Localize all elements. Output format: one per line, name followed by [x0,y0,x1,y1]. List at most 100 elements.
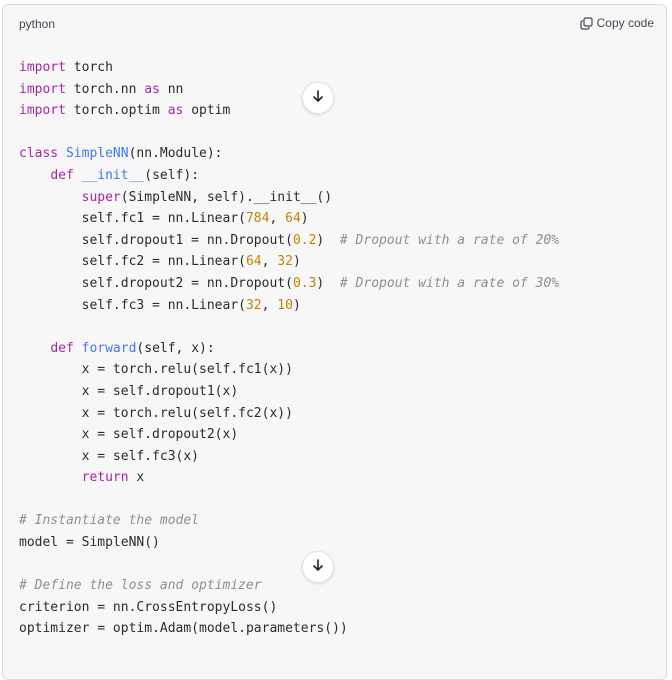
code-token: 0.3 [292,275,317,291]
code-token: nn [159,81,184,97]
code-line: class SimpleNN(nn.Module): [19,143,559,165]
code-token: import [19,60,66,75]
scroll-down-button[interactable] [302,82,334,114]
code-token: torch [65,60,113,75]
code-token: as [144,81,160,97]
code-token: import [19,81,66,97]
code-line: x = torch.relu(self.fc1(x)) [19,359,559,381]
code-token: (self, x): [136,340,215,356]
copy-icon [580,16,593,30]
code-block: python Copy code import torch import torc… [2,4,667,680]
code-token: ) [300,211,309,227]
code-token: # Dropout with a rate of 20% [339,232,560,248]
code-language-label: python [19,17,56,31]
code-line: def forward(self, x): [19,338,559,360]
code-line: import torch.optim as optim [19,100,559,122]
code-line: self.dropout2 = nn.Dropout(0.3) # Dropou… [19,273,559,295]
code-token: optim [183,103,231,119]
code-token: class [19,146,59,162]
code-token: forward [81,340,137,356]
scroll-down-button[interactable] [302,551,334,583]
code-line: x = self.dropout1(x) [19,381,559,403]
code-token: x = torch.relu(self.fc1(x)) [19,362,293,378]
code-line: self.fc2 = nn.Linear(64, 32) [19,251,559,273]
code-token: def [50,167,74,183]
code-token: ) [316,275,340,291]
code-token: 64 [285,211,301,227]
code-token: , [269,211,286,227]
code-token: torch.nn [65,81,145,97]
code-token: , [261,297,278,313]
code-token: x = self.fc3(x) [19,448,200,464]
code-token: super [81,189,121,205]
code-token: import [19,103,66,119]
arrow-down-icon [311,89,325,108]
code-token: model = SimpleNN() [19,535,160,551]
code-token: , [261,254,278,270]
code-token: 64 [245,254,262,270]
code-token: return [81,470,129,486]
code-token: (self): [144,167,200,183]
code-token: self.fc2 = nn.Linear( [19,254,246,270]
code-token: ) [292,297,301,313]
code-token: x = self.dropout2(x) [19,427,239,443]
code-token: def [50,340,74,356]
code-token: # Instantiate the model [19,513,200,529]
code-block-header: python Copy code [3,5,666,41]
code-token: x = self.dropout1(x) [19,383,239,399]
code-line: self.dropout1 = nn.Dropout(0.2) # Dropou… [19,230,559,252]
code-token: (nn.Module): [128,146,223,162]
code-token: __init__ [81,167,145,183]
code-line: x = torch.relu(self.fc2(x)) [19,403,559,425]
code-token: x [128,470,145,486]
code-line: model = SimpleNN() [19,532,559,554]
code-token: self.dropout1 = nn.Dropout( [19,232,293,248]
code-token: 32 [277,254,293,270]
code-token: SimpleNN [65,146,129,162]
code-token: 0.2 [292,232,317,248]
code-token: ) [292,254,301,270]
code-token: self.dropout2 = nn.Dropout( [19,275,293,291]
code-token: torch.optim [65,103,168,119]
code-token: as [167,103,184,119]
code-line: criterion = nn.CrossEntropyLoss() [19,597,559,619]
code-token: 10 [277,297,293,313]
code-line: def __init__(self): [19,165,559,187]
code-line: x = self.fc3(x) [19,446,559,468]
code-token: 32 [245,297,262,313]
code-line: self.fc3 = nn.Linear(32, 10) [19,295,559,317]
code-token: 784 [245,211,270,227]
code-line: x = self.dropout2(x) [19,424,559,446]
code-line: optimizer = optim.Adam(model.parameters(… [19,618,559,640]
code-line: import torch.nn as nn [19,79,559,101]
code-line: # Instantiate the model [19,510,559,532]
code-token: self.fc1 = nn.Linear( [19,211,246,227]
code-line: return x [19,467,559,489]
code-token: optimizer = optim.Adam(model.parameters(… [19,621,348,637]
code-line: self.fc1 = nn.Linear(784, 64) [19,208,559,230]
code-token: x = torch.relu(self.fc2(x)) [19,405,293,421]
code-token: # Define the loss and optimizer [19,578,262,594]
code-line: super(SimpleNN, self).__init__() [19,187,559,209]
code-content: import torch import torch.nn as nn import … [19,57,559,640]
code-line: import torch [19,57,559,79]
code-token: self.fc3 = nn.Linear( [19,297,246,313]
code-token: ) [316,232,340,248]
copy-code-button[interactable]: Copy code [580,16,654,30]
copy-code-label: Copy code [596,16,654,30]
code-line: # Define the loss and optimizer [19,575,559,597]
code-token: # Dropout with a rate of 30% [339,275,560,291]
arrow-down-icon [311,558,325,577]
code-token: criterion = nn.CrossEntropyLoss() [19,599,278,615]
